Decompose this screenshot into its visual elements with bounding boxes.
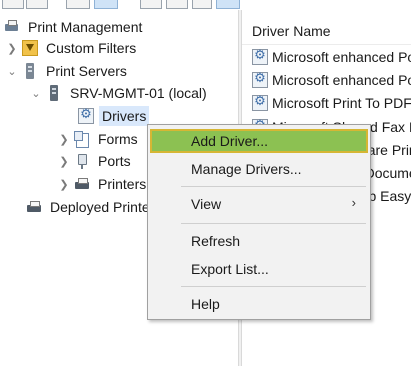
driver-icon — [252, 48, 268, 65]
list-item-label: Microsoft Print To PDF — [272, 95, 411, 111]
column-header-driver-name[interactable]: Driver Name — [252, 22, 331, 40]
menu-item-label: Help — [191, 296, 220, 312]
menu-item-refresh[interactable]: Refresh — [150, 229, 368, 253]
deployed-printers-icon — [26, 199, 42, 215]
menu-item-label: Add Driver... — [191, 133, 269, 149]
tree-item-label: Ports — [98, 153, 131, 169]
tree-item-forms[interactable]: ❯ Forms — [58, 128, 141, 150]
menu-item-help[interactable]: Help — [150, 292, 368, 316]
list-item[interactable]: Microsoft Print To PDF — [252, 92, 411, 114]
menu-item-label: Refresh — [191, 233, 241, 249]
menu-separator — [181, 186, 366, 187]
menu-item-label: Export List... — [191, 261, 269, 277]
list-item[interactable]: Microsoft enhanced Point and Print compa… — [252, 46, 411, 68]
chevron-right-icon[interactable]: ❯ — [58, 128, 70, 150]
tree-item-printers[interactable]: ❯ Printers — [58, 173, 149, 195]
tree-item-deployed-printers[interactable]: Deployed Printers — [26, 196, 164, 218]
toolbar-button[interactable] — [94, 0, 118, 9]
tree-item-ports[interactable]: ❯ Ports — [58, 150, 134, 172]
tree-item-print-servers[interactable]: ⌄ Print Servers — [6, 60, 130, 82]
menu-separator — [181, 286, 366, 287]
menu-item-export-list[interactable]: Export List... — [150, 257, 368, 281]
toolbar — [0, 0, 411, 10]
column-header-divider — [242, 44, 411, 45]
tree-item-label: Forms — [98, 131, 138, 147]
toolbar-button[interactable] — [2, 0, 24, 9]
toolbar-button[interactable] — [26, 0, 48, 9]
tree-item-label: Drivers — [99, 106, 150, 126]
menu-item-add-driver[interactable]: Add Driver... — [150, 129, 368, 153]
tree-item-label: Custom Filters — [46, 40, 137, 56]
menu-item-label: View — [191, 196, 222, 212]
tree-item-drivers[interactable]: Drivers — [62, 105, 150, 127]
ports-icon — [74, 153, 90, 169]
chevron-right-icon[interactable]: ❯ — [6, 37, 18, 59]
chevron-right-icon: › — [351, 195, 356, 210]
menu-item-label: Manage Drivers... — [191, 161, 302, 177]
list-item-label: Microsoft enhanced Point and Print compa… — [272, 72, 411, 88]
tree-item-print-management[interactable]: Print Management — [4, 16, 145, 38]
context-menu: Add Driver... Manage Drivers... View › R… — [147, 124, 371, 320]
chevron-down-icon[interactable]: ⌄ — [6, 60, 18, 82]
tree-item-label: Print Servers — [46, 63, 127, 79]
toolbar-button[interactable] — [216, 0, 240, 9]
drivers-icon — [78, 107, 94, 124]
chevron-right-icon[interactable]: ❯ — [58, 150, 70, 172]
list-item[interactable]: Microsoft enhanced Point and Print compa… — [252, 69, 411, 91]
servers-icon — [22, 63, 38, 79]
toolbar-button[interactable] — [66, 0, 90, 9]
tree-item-server[interactable]: ⌄ SRV-MGMT-01 (local) — [30, 82, 210, 104]
tree-item-label: Print Management — [28, 19, 143, 35]
tree-item-custom-filters[interactable]: ❯ Custom Filters — [6, 37, 139, 59]
tree-item-label: SRV-MGMT-01 (local) — [70, 85, 207, 101]
toolbar-button[interactable] — [166, 0, 188, 9]
server-icon — [46, 85, 62, 101]
toolbar-button[interactable] — [192, 0, 212, 9]
driver-icon — [252, 71, 268, 88]
driver-icon — [252, 94, 268, 111]
menu-item-manage-drivers[interactable]: Manage Drivers... — [150, 157, 368, 181]
print-management-icon — [4, 19, 20, 35]
toolbar-button[interactable] — [140, 0, 162, 9]
chevron-down-icon[interactable]: ⌄ — [30, 82, 42, 104]
chevron-right-icon[interactable]: ❯ — [58, 173, 70, 195]
folder-filter-icon — [22, 40, 38, 56]
printers-icon — [74, 176, 90, 192]
menu-item-view[interactable]: View › — [150, 192, 368, 216]
tree-item-label: Printers — [98, 176, 147, 192]
forms-icon — [74, 131, 90, 148]
menu-separator — [181, 223, 366, 224]
list-item-label: Microsoft enhanced Point and Print compa… — [272, 49, 411, 65]
